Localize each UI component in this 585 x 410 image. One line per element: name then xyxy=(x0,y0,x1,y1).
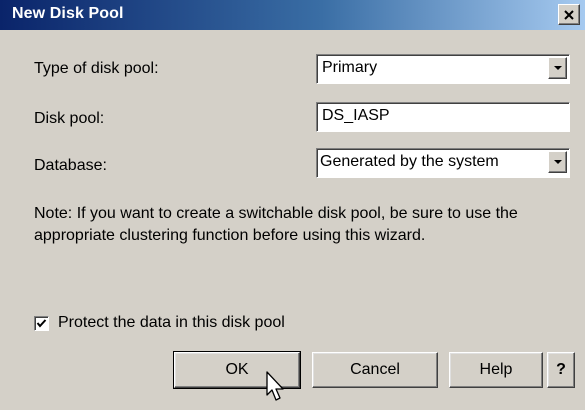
note-text: Note: If you want to create a switchable… xyxy=(34,205,518,244)
disk-pool-value: DS_IASP xyxy=(322,107,390,124)
database-value: Generated by the system xyxy=(320,153,499,170)
protect-data-checkbox[interactable] xyxy=(34,316,49,331)
title-bar: New Disk Pool xyxy=(0,0,585,30)
ok-button-label: OK xyxy=(225,361,249,378)
chevron-down-icon xyxy=(553,66,562,70)
type-of-disk-pool-label: Type of disk pool: xyxy=(34,60,159,77)
mouse-pointer-icon xyxy=(266,371,284,401)
window-title: New Disk Pool xyxy=(12,5,124,22)
dropdown-button[interactable] xyxy=(548,151,567,173)
database-label: Database: xyxy=(34,157,107,174)
question-mark-icon: ? xyxy=(556,361,566,378)
whats-this-button[interactable]: ? xyxy=(547,352,575,388)
cancel-button[interactable]: Cancel xyxy=(312,352,438,388)
dropdown-button[interactable] xyxy=(548,57,567,79)
chevron-down-icon xyxy=(553,160,562,164)
database-dropdown[interactable]: Generated by the system xyxy=(316,148,570,178)
disk-pool-input[interactable]: DS_IASP xyxy=(316,102,570,132)
check-icon xyxy=(36,319,47,328)
protect-data-label[interactable]: Protect the data in this disk pool xyxy=(58,314,285,332)
disk-pool-label: Disk pool: xyxy=(34,110,105,127)
type-of-disk-pool-dropdown[interactable]: Primary xyxy=(316,54,570,84)
cancel-button-label: Cancel xyxy=(350,361,400,378)
close-button[interactable] xyxy=(558,4,580,25)
help-button[interactable]: Help xyxy=(449,352,543,388)
type-of-disk-pool-value: Primary xyxy=(322,59,378,76)
close-icon xyxy=(564,9,574,20)
help-button-label: Help xyxy=(479,361,513,378)
